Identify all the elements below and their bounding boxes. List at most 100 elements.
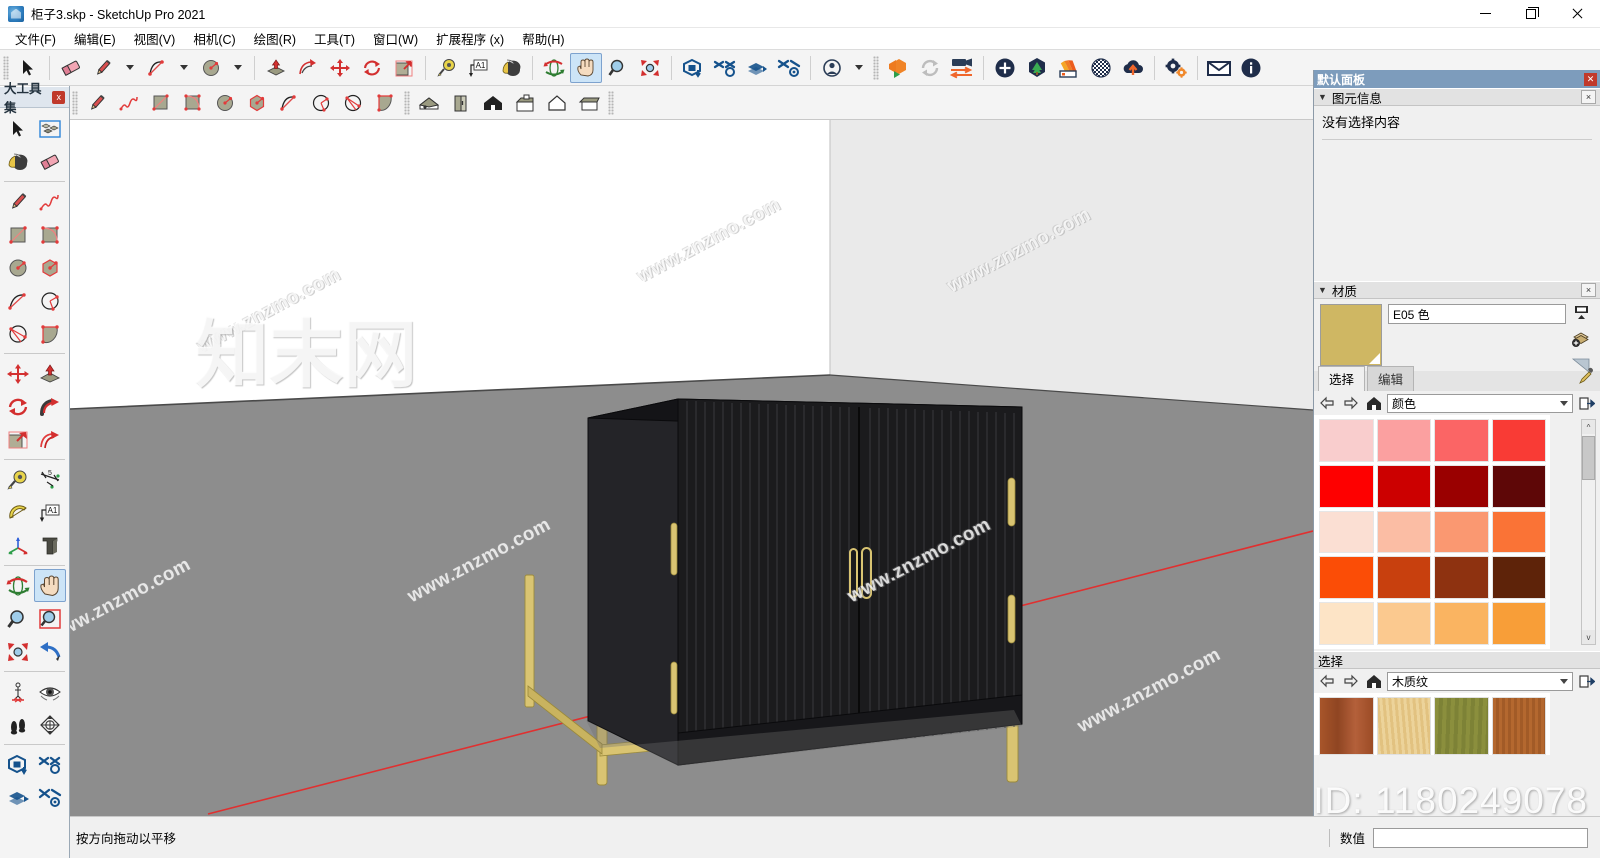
asset-library-icon[interactable] [1021,53,1053,83]
eraser-icon[interactable] [34,145,66,178]
wood-library-dropdown[interactable]: 木质纹 [1387,671,1573,691]
color-swatch[interactable] [1376,419,1431,462]
position-camera-icon[interactable] [2,675,34,708]
color-swatch[interactable] [1491,602,1546,645]
solid-tools-icon[interactable] [2,748,34,781]
freehand-icon[interactable] [113,88,145,118]
two-point-arc-icon[interactable] [305,88,337,118]
home-icon[interactable] [1364,394,1383,413]
pan-tool[interactable] [34,569,66,602]
enscape-video-icon[interactable] [946,53,978,83]
zoom-window-icon[interactable] [34,602,66,635]
tape-measure-icon[interactable] [2,463,34,496]
scale-icon[interactable] [2,423,34,456]
polygon-icon[interactable] [241,88,273,118]
color-swatch[interactable] [1376,556,1431,600]
pencil-icon[interactable] [87,53,119,83]
info-icon[interactable] [1235,53,1267,83]
front-panel-view-icon[interactable] [445,88,477,118]
swatch-scrollbar[interactable]: ^ v [1581,419,1596,645]
color-swatch[interactable] [1319,556,1374,600]
account-dropdown-icon[interactable] [848,53,870,83]
home-icon[interactable] [1364,672,1383,691]
zoom-icon[interactable] [2,602,34,635]
tray-close-button[interactable]: ✕ [1584,72,1597,86]
menu-tools[interactable]: 工具(T) [305,27,364,50]
color-swatch[interactable] [1434,556,1489,600]
color-swatch[interactable] [1319,510,1374,554]
toolbar-grip-2[interactable] [873,55,879,80]
scale-icon[interactable] [388,53,420,83]
color-swatch[interactable] [1491,464,1546,508]
circle-icon[interactable] [2,251,34,284]
color-swatch[interactable] [1434,419,1489,462]
scroll-down-icon[interactable]: v [1582,630,1595,644]
orbit-icon[interactable] [538,53,570,83]
menu-file[interactable]: 文件(F) [6,27,65,50]
zoom-extents-icon[interactable] [634,53,666,83]
outer-shell-icon[interactable] [709,53,741,83]
entity-info-header[interactable]: ▼ 图元信息 × [1314,88,1600,106]
split-icon[interactable] [2,781,34,814]
back-view-icon[interactable] [573,88,605,118]
three-point-arc-icon[interactable] [337,88,369,118]
settings-gears-icon[interactable] [1160,53,1192,83]
account-icon[interactable] [816,53,848,83]
materials-close[interactable]: × [1581,283,1596,297]
toolbar-grip[interactable] [3,55,9,80]
color-swatch[interactable] [1491,419,1546,462]
materials-icon[interactable] [1053,53,1085,83]
create-material-icon[interactable] [1571,330,1591,353]
circle-icon[interactable] [195,53,227,83]
rotated-rectangle-icon[interactable] [34,218,66,251]
maximize-button[interactable] [1508,0,1554,28]
enscape-start-icon[interactable] [882,53,914,83]
wood-swatch[interactable] [1319,697,1374,755]
material-name-field[interactable]: E05 色 [1388,304,1566,324]
color-swatch[interactable] [1376,464,1431,508]
make-component-icon[interactable] [34,112,66,145]
zoom-icon[interactable] [602,53,634,83]
minimize-button[interactable] [1462,0,1508,28]
front-view-icon[interactable] [541,88,573,118]
model-viewport[interactable]: www.znzmo.com www.znzmo.com www.znzmo.co… [70,120,1313,816]
arc-dropdown-icon[interactable] [173,53,195,83]
color-swatch[interactable] [1376,510,1431,554]
three-point-arc-icon[interactable] [2,317,34,350]
move-icon[interactable] [2,357,34,390]
entity-info-close[interactable]: × [1581,90,1596,104]
menu-camera[interactable]: 相机(C) [184,27,244,50]
toolbar2-grip[interactable] [72,90,78,115]
circle2-icon[interactable] [209,88,241,118]
rotate-icon[interactable] [2,390,34,423]
vcb-input[interactable] [1373,827,1588,848]
menu-view[interactable]: 视图(V) [125,27,185,50]
back-arrow-icon[interactable] [1318,672,1337,691]
arc2-icon[interactable] [273,88,305,118]
followme-icon[interactable] [34,390,66,423]
scroll-up-icon[interactable]: ^ [1582,420,1595,434]
pencil-dropdown-icon[interactable] [119,53,141,83]
move-icon[interactable] [324,53,356,83]
back-arrow-icon[interactable] [1318,394,1337,413]
menu-edit[interactable]: 编辑(E) [65,27,125,50]
solid-tools-icon[interactable] [677,53,709,83]
pushpull-icon[interactable] [34,357,66,390]
rectangle-icon[interactable] [2,218,34,251]
intersect-icon[interactable] [741,53,773,83]
followme-icon[interactable] [292,53,324,83]
polygon-icon[interactable] [34,251,66,284]
rotate-icon[interactable] [356,53,388,83]
select-arrow-icon[interactable] [2,112,34,145]
tab-edit[interactable]: 编辑 [1367,366,1415,391]
sphere-grid-icon[interactable] [1085,53,1117,83]
walk-icon[interactable] [2,708,34,741]
details-arrow-icon[interactable] [1577,394,1596,413]
palette-close-button[interactable]: x [52,90,65,104]
offset-icon[interactable] [34,423,66,456]
color-swatch[interactable] [1319,419,1374,462]
enscape-sync-icon[interactable] [914,53,946,83]
menu-draw[interactable]: 绘图(R) [245,27,305,50]
add-object-icon[interactable] [989,53,1021,83]
color-swatch[interactable] [1491,556,1546,600]
